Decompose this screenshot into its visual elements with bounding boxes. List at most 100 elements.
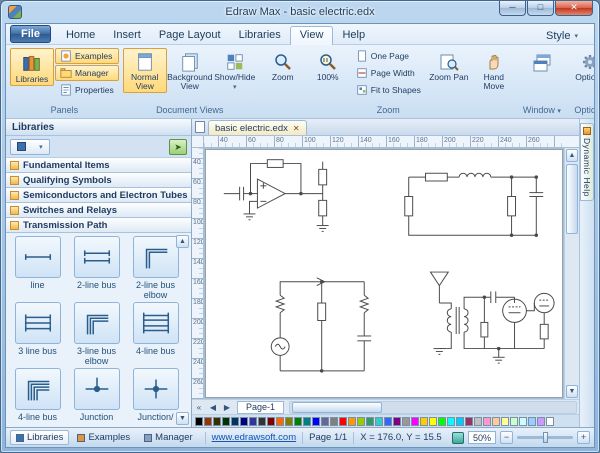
palette-color[interactable] [285, 417, 293, 426]
symbol-item[interactable]: 4-line bus [8, 368, 67, 422]
previous-page-button[interactable]: ◀ [206, 403, 220, 412]
symbol-item[interactable]: 3-line bus elbow [67, 302, 126, 366]
close-button[interactable]: ✕ [555, 1, 593, 16]
page-tab[interactable]: Page-1 [237, 401, 284, 414]
document-tab[interactable]: basic electric.edx ✕ [208, 120, 307, 135]
titlebar[interactable]: Edraw Max - basic electric.edx ─ □ ✕ [1, 1, 599, 23]
palette-color[interactable] [393, 417, 401, 426]
first-page-button[interactable]: « [192, 403, 206, 412]
next-page-button[interactable]: ▶ [220, 403, 234, 412]
maximize-button[interactable]: □ [527, 1, 554, 16]
background-view-button[interactable]: Background View [168, 48, 212, 93]
palette-color[interactable] [510, 417, 518, 426]
symbol-item[interactable]: 2-line bus [67, 236, 126, 300]
zoom-100-button[interactable]: 100% [306, 48, 350, 84]
ribbon-tab-help[interactable]: Help [333, 27, 374, 44]
properties-panel-button[interactable]: Properties [55, 82, 119, 98]
library-category[interactable]: Qualifying Symbols [6, 173, 191, 188]
statusbar-tab-examples[interactable]: Examples [71, 430, 136, 445]
horizontal-scrollbar[interactable] [289, 401, 577, 414]
one-page-button[interactable]: One Page [351, 48, 426, 64]
palette-color[interactable] [438, 417, 446, 426]
close-tab-icon[interactable]: ✕ [293, 124, 300, 133]
palette-color[interactable] [474, 417, 482, 426]
palette-color[interactable] [348, 417, 356, 426]
manager-panel-button[interactable]: Manager [55, 65, 119, 81]
palette-color[interactable] [366, 417, 374, 426]
palette-color[interactable] [240, 417, 248, 426]
palette-color[interactable] [528, 417, 536, 426]
palette-color[interactable] [204, 417, 212, 426]
fit-to-shapes-button[interactable]: Fit to Shapes [351, 82, 426, 98]
library-filter-dropdown[interactable]: ▾ [10, 139, 50, 155]
scroll-down-arrow[interactable]: ▼ [566, 385, 578, 398]
palette-color[interactable] [483, 417, 491, 426]
zoom-slider-thumb[interactable] [543, 432, 548, 443]
normal-view-button[interactable]: Normal View [123, 48, 167, 93]
fit-window-icon[interactable] [452, 432, 464, 444]
palette-color[interactable] [231, 417, 239, 426]
symbol-item[interactable]: Junction [67, 368, 126, 422]
vertical-ruler[interactable]: 406080100120140160180200220240260 [192, 148, 204, 399]
library-category[interactable]: Switches and Relays [6, 203, 191, 218]
symbol-item[interactable]: 4-line bus [126, 302, 185, 366]
libraries-panel-button[interactable]: Libraries [10, 48, 54, 86]
zoom-out-button[interactable]: − [500, 431, 513, 444]
ribbon-tab-view[interactable]: View [290, 26, 334, 45]
library-category[interactable]: Semiconductors and Electron Tubes [6, 188, 191, 203]
library-category[interactable]: Transmission Path [6, 218, 191, 233]
palette-color[interactable] [330, 417, 338, 426]
palette-color[interactable] [267, 417, 275, 426]
palette-color[interactable] [276, 417, 284, 426]
palette-color[interactable] [303, 417, 311, 426]
palette-color[interactable] [249, 417, 257, 426]
statusbar-tab-manager[interactable]: Manager [138, 430, 199, 445]
palette-color[interactable] [546, 417, 554, 426]
scrollbar-thumb[interactable] [566, 164, 578, 234]
hand-move-button[interactable]: Hand Move [472, 48, 516, 93]
palette-color[interactable] [357, 417, 365, 426]
file-menu-button[interactable]: File [10, 25, 51, 43]
zoom-pan-button[interactable]: Zoom Pan [427, 48, 471, 84]
scrollbar-thumb[interactable] [292, 402, 382, 413]
zoom-in-button[interactable]: + [577, 431, 590, 444]
edrawsoft-link[interactable]: www.edrawsoft.com [212, 432, 296, 443]
statusbar-tab-libraries[interactable]: Libraries [10, 430, 69, 445]
zoom-button[interactable]: Zoom [261, 48, 305, 84]
palette-color[interactable] [294, 417, 302, 426]
horizontal-ruler[interactable]: 406080100120140160180200220240260 [204, 136, 564, 148]
options-button[interactable]: Options [568, 48, 595, 84]
palette-color[interactable] [429, 417, 437, 426]
palette-color[interactable] [465, 417, 473, 426]
dynamic-help-tab[interactable]: Dynamic Help [580, 123, 594, 201]
palette-color[interactable] [384, 417, 392, 426]
library-category[interactable]: Fundamental Items [6, 158, 191, 173]
scroll-up-button[interactable]: ▲ [176, 235, 189, 248]
ribbon-tab-libraries[interactable]: Libraries [230, 27, 290, 44]
palette-color[interactable] [492, 417, 500, 426]
symbol-item[interactable]: line [8, 236, 67, 300]
window-button[interactable] [520, 48, 564, 76]
style-button[interactable]: Style ▾ [538, 28, 586, 44]
examples-panel-button[interactable]: Examples [55, 48, 119, 64]
palette-color[interactable] [339, 417, 347, 426]
palette-color[interactable] [501, 417, 509, 426]
ribbon-tab-insert[interactable]: Insert [104, 27, 150, 44]
minimize-button[interactable]: ─ [499, 1, 526, 16]
ribbon-tab-page-layout[interactable]: Page Layout [150, 27, 230, 44]
drawing-canvas[interactable] [204, 148, 564, 399]
palette-color[interactable] [321, 417, 329, 426]
palette-color[interactable] [456, 417, 464, 426]
palette-color[interactable] [402, 417, 410, 426]
palette-color[interactable] [420, 417, 428, 426]
palette-color[interactable] [312, 417, 320, 426]
zoom-level[interactable]: 50% [468, 431, 496, 444]
library-search-button[interactable]: ➤ [169, 139, 187, 155]
ribbon-tab-home[interactable]: Home [57, 27, 104, 44]
scroll-down-button[interactable]: ▼ [176, 412, 189, 425]
palette-color[interactable] [519, 417, 527, 426]
palette-color[interactable] [411, 417, 419, 426]
vertical-scrollbar[interactable]: ▲ ▼ [564, 148, 579, 399]
show-hide-button[interactable]: Show/Hide ▾ [213, 48, 257, 94]
palette-color[interactable] [447, 417, 455, 426]
